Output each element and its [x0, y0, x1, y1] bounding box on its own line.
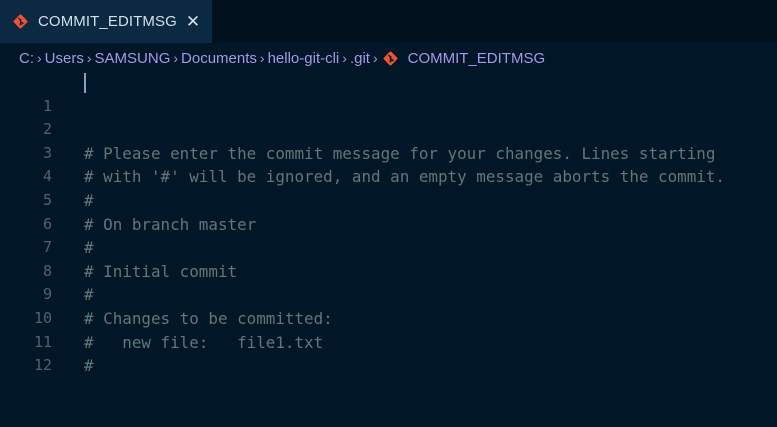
breadcrumb-item-documents[interactable]: Documents — [181, 50, 257, 67]
tab-bar: COMMIT_EDITMSG ✕ — [0, 0, 777, 43]
breadcrumb-item-hello-git-cli[interactable]: hello-git-cli — [268, 50, 340, 67]
breadcrumb: C: › Users › SAMSUNG › Documents › hello… — [0, 43, 777, 73]
code-line[interactable]: 4 # — [0, 142, 777, 210]
line-text[interactable]: # — [84, 354, 94, 378]
chevron-right-icon: › — [259, 50, 265, 66]
code-line[interactable]: 5 # On branch master — [0, 165, 777, 234]
code-line[interactable]: 9 # Changes to be committed: — [0, 260, 777, 328]
code-line[interactable]: 2 # Please enter the commit message for … — [0, 95, 777, 163]
code-line[interactable]: 1 — [0, 71, 777, 115]
chevron-right-icon: › — [342, 50, 347, 66]
chevron-right-icon: › — [37, 50, 42, 66]
close-icon[interactable]: ✕ — [186, 13, 200, 30]
tab-commit-editmsg[interactable]: COMMIT_EDITMSG ✕ — [0, 0, 212, 43]
code-line[interactable]: 11 # — [0, 307, 777, 376]
breadcrumb-item-users[interactable]: Users — [45, 50, 84, 67]
code-line[interactable]: 12 — [0, 331, 777, 374]
line-number: 12 — [33, 356, 52, 375]
code-line[interactable]: 8 # — [0, 236, 777, 305]
chevron-right-icon: › — [173, 50, 179, 66]
git-icon — [383, 51, 398, 66]
chevron-right-icon: › — [372, 50, 378, 66]
code-line[interactable]: 10 # new file: file1.txt — [0, 283, 777, 352]
breadcrumb-item-git[interactable]: .git — [350, 50, 370, 67]
code-editor[interactable]: 1 2 # Please enter the commit message fo… — [0, 71, 777, 427]
code-line[interactable]: 6 # — [0, 189, 777, 258]
breadcrumb-item-drive[interactable]: C: — [19, 50, 34, 67]
tab-label: COMMIT_EDITMSG — [38, 13, 177, 30]
text-cursor — [84, 73, 86, 93]
code-line[interactable]: 3 # with '#' will be ignored, and an emp… — [0, 118, 777, 187]
code-line[interactable]: 7 # Initial commit — [0, 213, 777, 281]
git-icon — [13, 14, 28, 29]
breadcrumb-item-samsung[interactable]: SAMSUNG — [95, 50, 171, 67]
editor-window: COMMIT_EDITMSG ✕ C: › Users › SAMSUNG › … — [0, 0, 777, 427]
breadcrumb-item-commit-editmsg[interactable]: COMMIT_EDITMSG — [408, 50, 546, 67]
chevron-right-icon: › — [86, 50, 92, 66]
